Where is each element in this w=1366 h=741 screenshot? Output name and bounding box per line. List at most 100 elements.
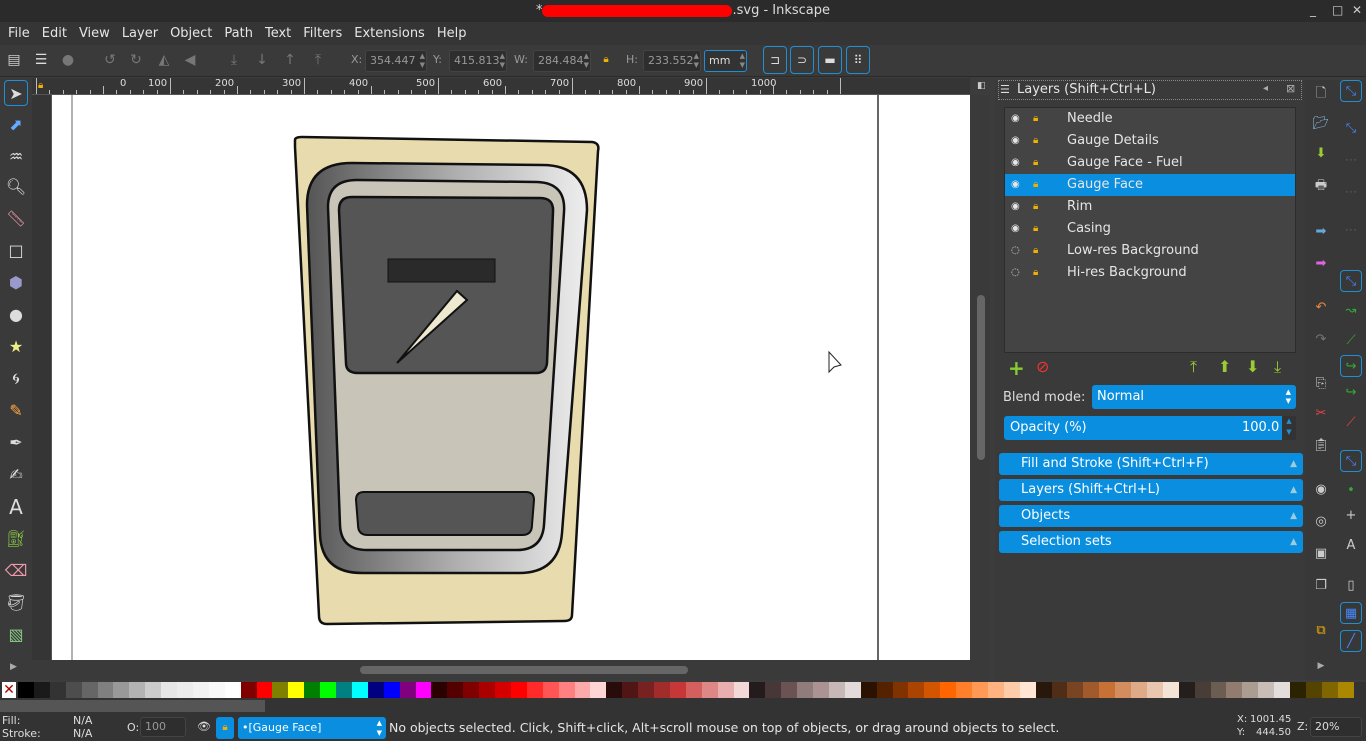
color-swatch[interactable] — [797, 682, 814, 698]
layer-name[interactable]: Casing — [1067, 218, 1111, 240]
guide-lock-icon[interactable]: 🔒︎ — [38, 80, 43, 91]
lock-ratio-icon[interactable]: 🔒︎ — [598, 52, 614, 68]
color-swatch[interactable] — [622, 682, 639, 698]
lock-icon[interactable]: 🔒︎ — [1033, 174, 1038, 196]
clone-icon[interactable]: ⧉ — [1310, 620, 1332, 642]
color-swatch[interactable] — [97, 682, 114, 698]
color-swatch[interactable] — [844, 682, 861, 698]
color-swatch[interactable] — [1115, 682, 1132, 698]
color-swatch[interactable] — [924, 682, 941, 698]
panel-iconify-icon[interactable]: ◂ — [1263, 83, 1268, 94]
raise-icon[interactable]: ↑ — [282, 52, 298, 68]
snap-center-icon[interactable]: • — [1340, 480, 1362, 502]
spin-arrows-icon[interactable]: ▲ ▼ — [584, 52, 589, 70]
color-swatch[interactable] — [320, 682, 337, 698]
lock-icon[interactable]: 🔒︎ — [1033, 218, 1038, 240]
color-swatch[interactable] — [876, 682, 893, 698]
menu-filters[interactable]: Filters — [303, 22, 350, 45]
color-swatch[interactable] — [1035, 682, 1052, 698]
color-swatch[interactable] — [654, 682, 670, 698]
color-swatch[interactable] — [987, 682, 1004, 698]
import-icon[interactable]: ➡ — [1310, 221, 1332, 243]
color-swatch[interactable] — [1226, 682, 1243, 698]
color-swatch[interactable] — [33, 682, 50, 698]
menu-help[interactable]: Help — [437, 22, 475, 45]
move-gradients-button[interactable]: ▬ — [818, 46, 842, 74]
color-swatch[interactable] — [1099, 682, 1116, 698]
color-swatch[interactable] — [1178, 682, 1195, 698]
snap-others-icon[interactable]: ⤡ — [1340, 450, 1362, 472]
color-swatch[interactable] — [1162, 682, 1179, 698]
menu-object[interactable]: Object — [170, 22, 220, 45]
color-swatch[interactable] — [1305, 682, 1322, 698]
lock-icon[interactable]: 🔒︎ — [1033, 196, 1038, 218]
color-swatch[interactable] — [542, 682, 559, 698]
flip-horizontal-icon[interactable]: ◭ — [156, 52, 172, 68]
snap-page-border-icon[interactable]: ▯ — [1340, 575, 1362, 597]
color-swatch[interactable] — [272, 682, 289, 698]
calligraphy-tool-icon[interactable]: ✍ — [4, 462, 28, 488]
color-swatch[interactable] — [65, 682, 82, 698]
snap-smooth-icon[interactable]: ↪ — [1340, 382, 1362, 404]
color-swatch[interactable] — [415, 682, 432, 698]
save-document-icon[interactable]: ⬇ — [1310, 143, 1332, 165]
lock-icon[interactable]: 🔒︎ — [1033, 262, 1038, 284]
dock-section-objects[interactable]: Objects ▲ — [999, 505, 1303, 527]
lower-layer-bottom-icon[interactable]: ⤓ — [1274, 357, 1281, 377]
snap-paths-icon[interactable]: ↝ — [1340, 300, 1362, 322]
color-swatch[interactable] — [908, 682, 925, 698]
lower-icon[interactable]: ↓ — [254, 52, 270, 68]
lower-layer-icon[interactable]: ⬇ — [1246, 357, 1259, 376]
zoom-input[interactable]: 20% — [1310, 717, 1362, 737]
color-swatch[interactable] — [860, 682, 877, 698]
gauge-detail-display[interactable] — [387, 258, 496, 283]
duplicate-icon[interactable]: ❐ — [1310, 575, 1332, 597]
color-swatch[interactable] — [1321, 682, 1338, 698]
color-swatch[interactable] — [749, 682, 766, 698]
close-button[interactable]: ✕ — [1352, 3, 1362, 17]
eye-open-icon[interactable]: ◉ — [1011, 218, 1020, 240]
lock-icon[interactable]: 🔒︎ — [1033, 240, 1038, 262]
snap-bbox-corner-icon[interactable]: ⋯ — [1340, 182, 1362, 204]
zoom-drawing-icon[interactable]: ◎ — [1310, 511, 1332, 533]
h-input[interactable]: 233.552 ▲ ▼ — [643, 50, 701, 72]
color-swatch[interactable] — [813, 682, 829, 698]
visibility-eye-icon[interactable]: 👁︎ — [197, 720, 211, 733]
layer-row[interactable]: ◉ 🔒︎ Casing — [1005, 218, 1295, 240]
zoom-selection-icon[interactable]: ◉ — [1310, 479, 1332, 501]
layer-row[interactable]: ◉ 🔒︎ Gauge Face - Fuel — [1005, 152, 1295, 174]
color-swatch[interactable] — [129, 682, 146, 698]
color-swatch[interactable] — [892, 682, 909, 698]
color-swatch[interactable] — [304, 682, 321, 698]
eye-open-icon[interactable]: ◉ — [1011, 196, 1020, 218]
vertical-scroll-thumb[interactable] — [977, 295, 985, 460]
snap-bbox-icon[interactable]: ⤡ — [1340, 118, 1362, 140]
paint-bucket-tool-icon[interactable]: 🪣︎ — [4, 590, 28, 616]
color-swatch[interactable] — [145, 682, 162, 698]
scale-corners-button[interactable]: ⊃ — [790, 46, 814, 74]
color-swatch[interactable] — [1083, 682, 1100, 698]
zoom-tool-icon[interactable]: 🔍︎ — [4, 174, 28, 200]
raise-to-top-icon[interactable]: ⤒ — [310, 52, 326, 68]
layer-name[interactable]: Gauge Face - Fuel — [1067, 152, 1183, 174]
vertical-scrollbar[interactable] — [970, 95, 990, 680]
horizontal-scroll-thumb[interactable] — [360, 666, 688, 674]
color-swatch[interactable] — [18, 682, 34, 698]
lock-icon[interactable]: 🔒︎ — [1033, 108, 1038, 130]
color-swatch[interactable] — [192, 682, 209, 698]
color-swatch[interactable] — [1210, 682, 1227, 698]
layer-name[interactable]: Gauge Details — [1067, 130, 1159, 152]
color-swatch[interactable] — [447, 682, 464, 698]
eye-closed-icon[interactable]: ◌ — [1011, 262, 1020, 284]
color-swatch[interactable] — [1051, 682, 1068, 698]
snap-cusp-icon[interactable]: ↪ — [1340, 355, 1362, 377]
snap-text-baseline-icon[interactable]: A — [1340, 535, 1362, 557]
blend-mode-select[interactable]: Normal ▲ ▼ — [1092, 385, 1296, 409]
color-swatch[interactable] — [1337, 682, 1354, 698]
snap-guide-icon[interactable]: ╱ — [1340, 630, 1362, 652]
color-swatch[interactable] — [1194, 682, 1211, 698]
add-layer-icon[interactable]: + — [1008, 356, 1025, 380]
flip-vertical-icon[interactable]: ◀ — [182, 52, 198, 68]
color-swatch[interactable] — [208, 682, 225, 698]
color-swatch[interactable] — [1131, 682, 1147, 698]
